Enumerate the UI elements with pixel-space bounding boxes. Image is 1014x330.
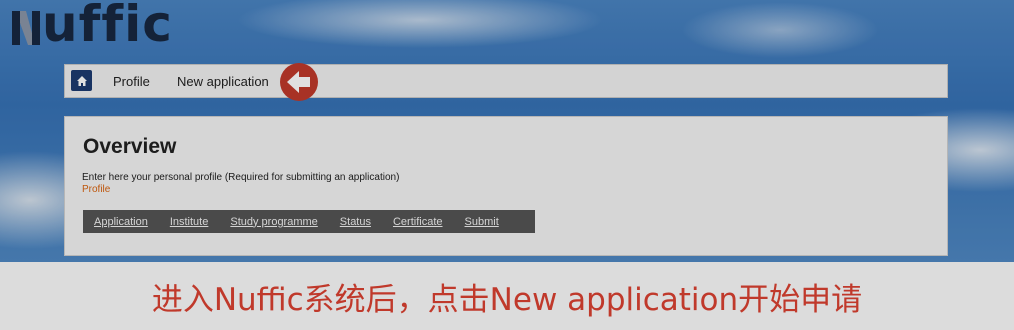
- step-certificate[interactable]: Certificate: [393, 216, 443, 228]
- step-institute[interactable]: Institute: [170, 216, 209, 228]
- step-status[interactable]: Status: [340, 216, 371, 228]
- nav-new-application-link[interactable]: New application: [177, 74, 269, 89]
- nuffic-logo-glyph: [12, 2, 40, 45]
- profile-link[interactable]: Profile: [82, 184, 110, 195]
- overview-panel: Overview Enter here your personal profil…: [64, 116, 948, 256]
- home-button[interactable]: [71, 70, 92, 91]
- instruction-caption: 进入Nuffic系统后，点击New application开始申请: [151, 281, 863, 318]
- nav-profile-link[interactable]: Profile: [113, 74, 150, 89]
- profile-description: Enter here your personal profile (Requir…: [82, 172, 400, 183]
- nuffic-logo: uffic: [12, 0, 173, 50]
- top-nav-bar: Profile New application: [64, 63, 948, 101]
- nuffic-logo-text: uffic: [42, 0, 173, 53]
- page-title: Overview: [83, 135, 177, 158]
- application-steps-bar: Application Institute Study programme St…: [83, 210, 535, 233]
- arrow-left-icon: [279, 62, 319, 102]
- home-icon: [76, 75, 87, 86]
- step-submit[interactable]: Submit: [465, 216, 499, 228]
- step-study-programme[interactable]: Study programme: [230, 216, 317, 228]
- step-application[interactable]: Application: [94, 216, 148, 228]
